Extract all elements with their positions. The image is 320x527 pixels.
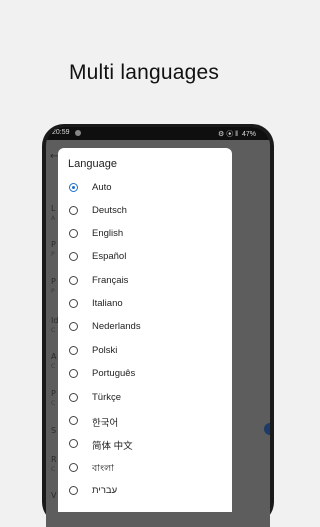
radio-icon[interactable] bbox=[69, 206, 78, 215]
language-option-label: Deutsch bbox=[92, 205, 127, 216]
notification-icon bbox=[75, 129, 81, 136]
language-option-label: 简体 中文 bbox=[92, 441, 133, 452]
radio-icon[interactable] bbox=[69, 276, 78, 285]
radio-icon[interactable] bbox=[69, 322, 78, 331]
language-option-label: Français bbox=[92, 275, 129, 286]
radio-icon[interactable] bbox=[69, 439, 78, 448]
headline: Multi languages bbox=[68, 61, 220, 84]
language-option-label: Português bbox=[92, 368, 136, 379]
radio-icon[interactable] bbox=[69, 416, 78, 425]
status-bar: 20:59 ⚙ ⦿ ‖ 47% bbox=[46, 127, 270, 140]
bg-setting-item: P bbox=[51, 277, 56, 286]
language-option-hebrew[interactable]: עברית bbox=[66, 482, 226, 500]
bg-setting-item: R bbox=[51, 455, 57, 464]
bg-setting-sub: C bbox=[51, 400, 56, 407]
language-option-label: বাংলা bbox=[92, 463, 114, 474]
bg-setting-item: P bbox=[51, 240, 56, 249]
radio-icon[interactable] bbox=[69, 486, 78, 495]
bg-setting-sub: C bbox=[51, 363, 56, 370]
language-option-label: Italiano bbox=[92, 298, 123, 309]
language-option-nederlands[interactable]: Nederlands bbox=[66, 318, 226, 336]
bg-setting-sub: P bbox=[51, 251, 55, 258]
bg-setting-item: A bbox=[51, 352, 57, 361]
language-option-turkce[interactable]: Türkçe bbox=[66, 389, 226, 407]
radio-icon[interactable] bbox=[69, 463, 78, 472]
bg-setting-item: L bbox=[51, 204, 56, 213]
language-option-english[interactable]: English bbox=[66, 225, 226, 243]
radio-icon[interactable] bbox=[69, 369, 78, 378]
language-option-label: Auto bbox=[92, 182, 112, 193]
radio-icon[interactable] bbox=[69, 346, 78, 355]
language-option-auto[interactable]: Auto bbox=[66, 179, 226, 197]
bg-setting-sub: P bbox=[51, 288, 55, 295]
status-icons: ⚙ ⦿ ‖ 47% bbox=[218, 129, 256, 139]
radio-icon[interactable] bbox=[69, 299, 78, 308]
language-option-label: עברית bbox=[92, 485, 118, 496]
language-dialog: Language Auto Deutsch English Español Fr… bbox=[58, 148, 232, 512]
language-option-label: Nederlands bbox=[92, 321, 141, 332]
battery-level: 47% bbox=[241, 131, 256, 138]
language-option-deutsch[interactable]: Deutsch bbox=[66, 202, 226, 220]
status-time: 20:59 bbox=[52, 129, 70, 136]
bg-setting-sub: A bbox=[51, 215, 56, 222]
dialog-title: Language bbox=[68, 158, 117, 170]
bg-toggle-switch bbox=[264, 423, 270, 435]
language-option-korean[interactable]: 한국어 bbox=[66, 412, 226, 430]
bg-setting-item: S bbox=[51, 426, 57, 435]
language-option-chinese[interactable]: 简体 中文 bbox=[66, 435, 226, 453]
language-option-label: 한국어 bbox=[92, 418, 119, 429]
bg-setting-item: P bbox=[51, 389, 56, 398]
language-option-espanol[interactable]: Español bbox=[66, 248, 226, 266]
language-option-label: Español bbox=[92, 251, 127, 262]
bg-setting-sub: C bbox=[51, 327, 56, 334]
radio-icon[interactable] bbox=[69, 393, 78, 402]
status-icon-group: ⚙ ⦿ ‖ bbox=[217, 131, 239, 138]
language-option-label: Türkçe bbox=[92, 392, 122, 403]
language-option-italiano[interactable]: Italiano bbox=[66, 295, 226, 313]
radio-selected-icon[interactable] bbox=[69, 183, 78, 192]
bg-setting-item: V bbox=[51, 491, 57, 500]
language-option-label: Polski bbox=[92, 345, 118, 356]
language-option-bengali[interactable]: বাংলা bbox=[66, 459, 226, 477]
radio-icon[interactable] bbox=[69, 252, 78, 261]
radio-icon[interactable] bbox=[69, 229, 78, 238]
language-option-label: English bbox=[92, 228, 124, 239]
bg-setting-sub: C bbox=[51, 466, 56, 473]
language-option-portugues[interactable]: Português bbox=[66, 365, 226, 383]
language-option-polski[interactable]: Polski bbox=[66, 342, 226, 360]
language-option-francais[interactable]: Français bbox=[66, 272, 226, 290]
